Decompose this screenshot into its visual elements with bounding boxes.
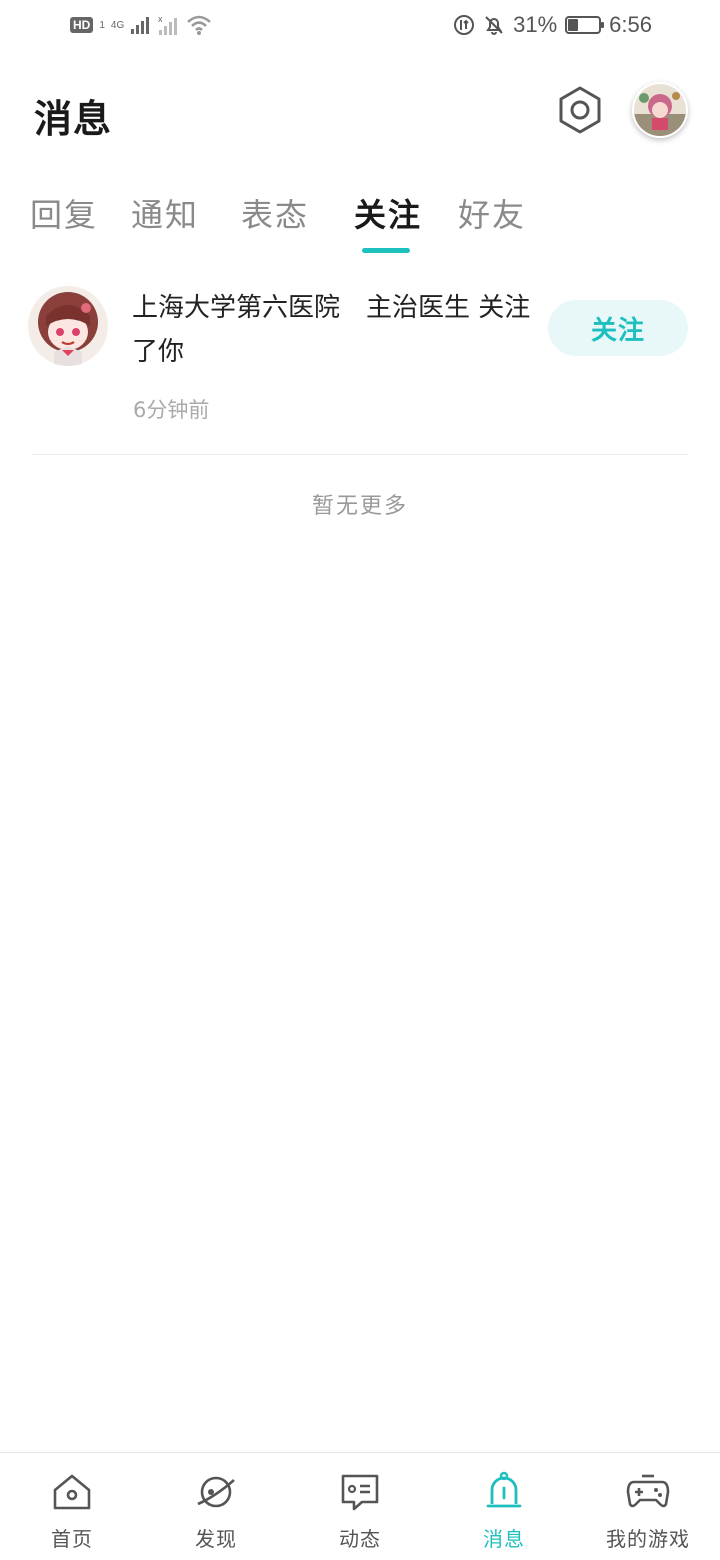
nav-label-my-games: 我的游戏	[606, 1527, 690, 1551]
nav-label-feed: 动态	[339, 1527, 381, 1551]
tab-bar: 回复 通知 表态 关注 好友	[0, 186, 720, 256]
end-of-list-text: 暂无更多	[311, 494, 408, 519]
wifi-icon	[187, 15, 212, 35]
battery-percent: 31%	[513, 12, 558, 37]
notification-item[interactable]: 上海大学第六医院 主治医生 关注了你 6分钟前 关注	[0, 280, 720, 456]
clock: 6:56	[609, 12, 652, 37]
page-title: 消息	[34, 97, 113, 141]
tab-active-indicator	[362, 248, 410, 253]
nav-item-home[interactable]: 首页	[0, 1469, 144, 1555]
settings-hexagon-icon	[559, 86, 601, 134]
status-right: 31% 6:56	[453, 12, 652, 38]
tab-friends[interactable]: 好友	[458, 190, 526, 236]
gamepad-icon	[625, 1469, 671, 1515]
avatar-image	[634, 84, 686, 136]
nav-label-discover: 发现	[195, 1527, 237, 1551]
hd-badge: HD	[70, 17, 94, 33]
tab-notice[interactable]: 通知	[131, 190, 199, 236]
chat-icon	[337, 1469, 383, 1515]
nav-item-feed[interactable]: 动态	[288, 1469, 432, 1555]
battery-fill	[568, 19, 579, 31]
nav-label-home: 首页	[51, 1527, 93, 1551]
notification-text: 上海大学第六医院 主治医生 关注了你	[132, 293, 531, 367]
user-avatar[interactable]	[28, 286, 108, 366]
nav-item-messages[interactable]: 消息	[432, 1469, 576, 1555]
divider	[32, 454, 688, 455]
battery-icon	[565, 16, 605, 34]
bell-icon	[481, 1469, 527, 1515]
tab-reply[interactable]: 回复	[30, 190, 98, 236]
notification-time: 6分钟前	[133, 398, 210, 422]
tab-follow[interactable]: 关注	[354, 190, 422, 236]
nav-item-discover[interactable]: 发现	[144, 1469, 288, 1555]
data-saver-icon	[454, 15, 475, 35]
nav-label-messages: 消息	[483, 1527, 525, 1551]
nav-item-my-games[interactable]: 我的游戏	[576, 1469, 720, 1555]
mute-notification-icon	[485, 16, 503, 35]
signal-icon	[131, 17, 150, 34]
bottom-nav: 首页 发现 动态 消息 我的游戏	[0, 1452, 720, 1560]
status-bar: HD 1 4G x 31% 6:56	[0, 0, 720, 56]
planet-icon	[193, 1469, 239, 1515]
settings-button[interactable]	[554, 84, 606, 136]
profile-avatar[interactable]	[632, 82, 688, 138]
tab-reaction[interactable]: 表态	[241, 190, 309, 236]
home-icon	[49, 1469, 95, 1515]
status-left: HD 1 4G x	[70, 14, 212, 36]
user-avatar-image	[28, 286, 108, 366]
signal-no-sim-icon: x	[158, 14, 178, 35]
sim-slot: 1	[99, 19, 105, 31]
follow-button[interactable]: 关注	[548, 300, 688, 356]
network-type: 4G	[110, 19, 125, 31]
svg-text:x: x	[158, 14, 163, 24]
